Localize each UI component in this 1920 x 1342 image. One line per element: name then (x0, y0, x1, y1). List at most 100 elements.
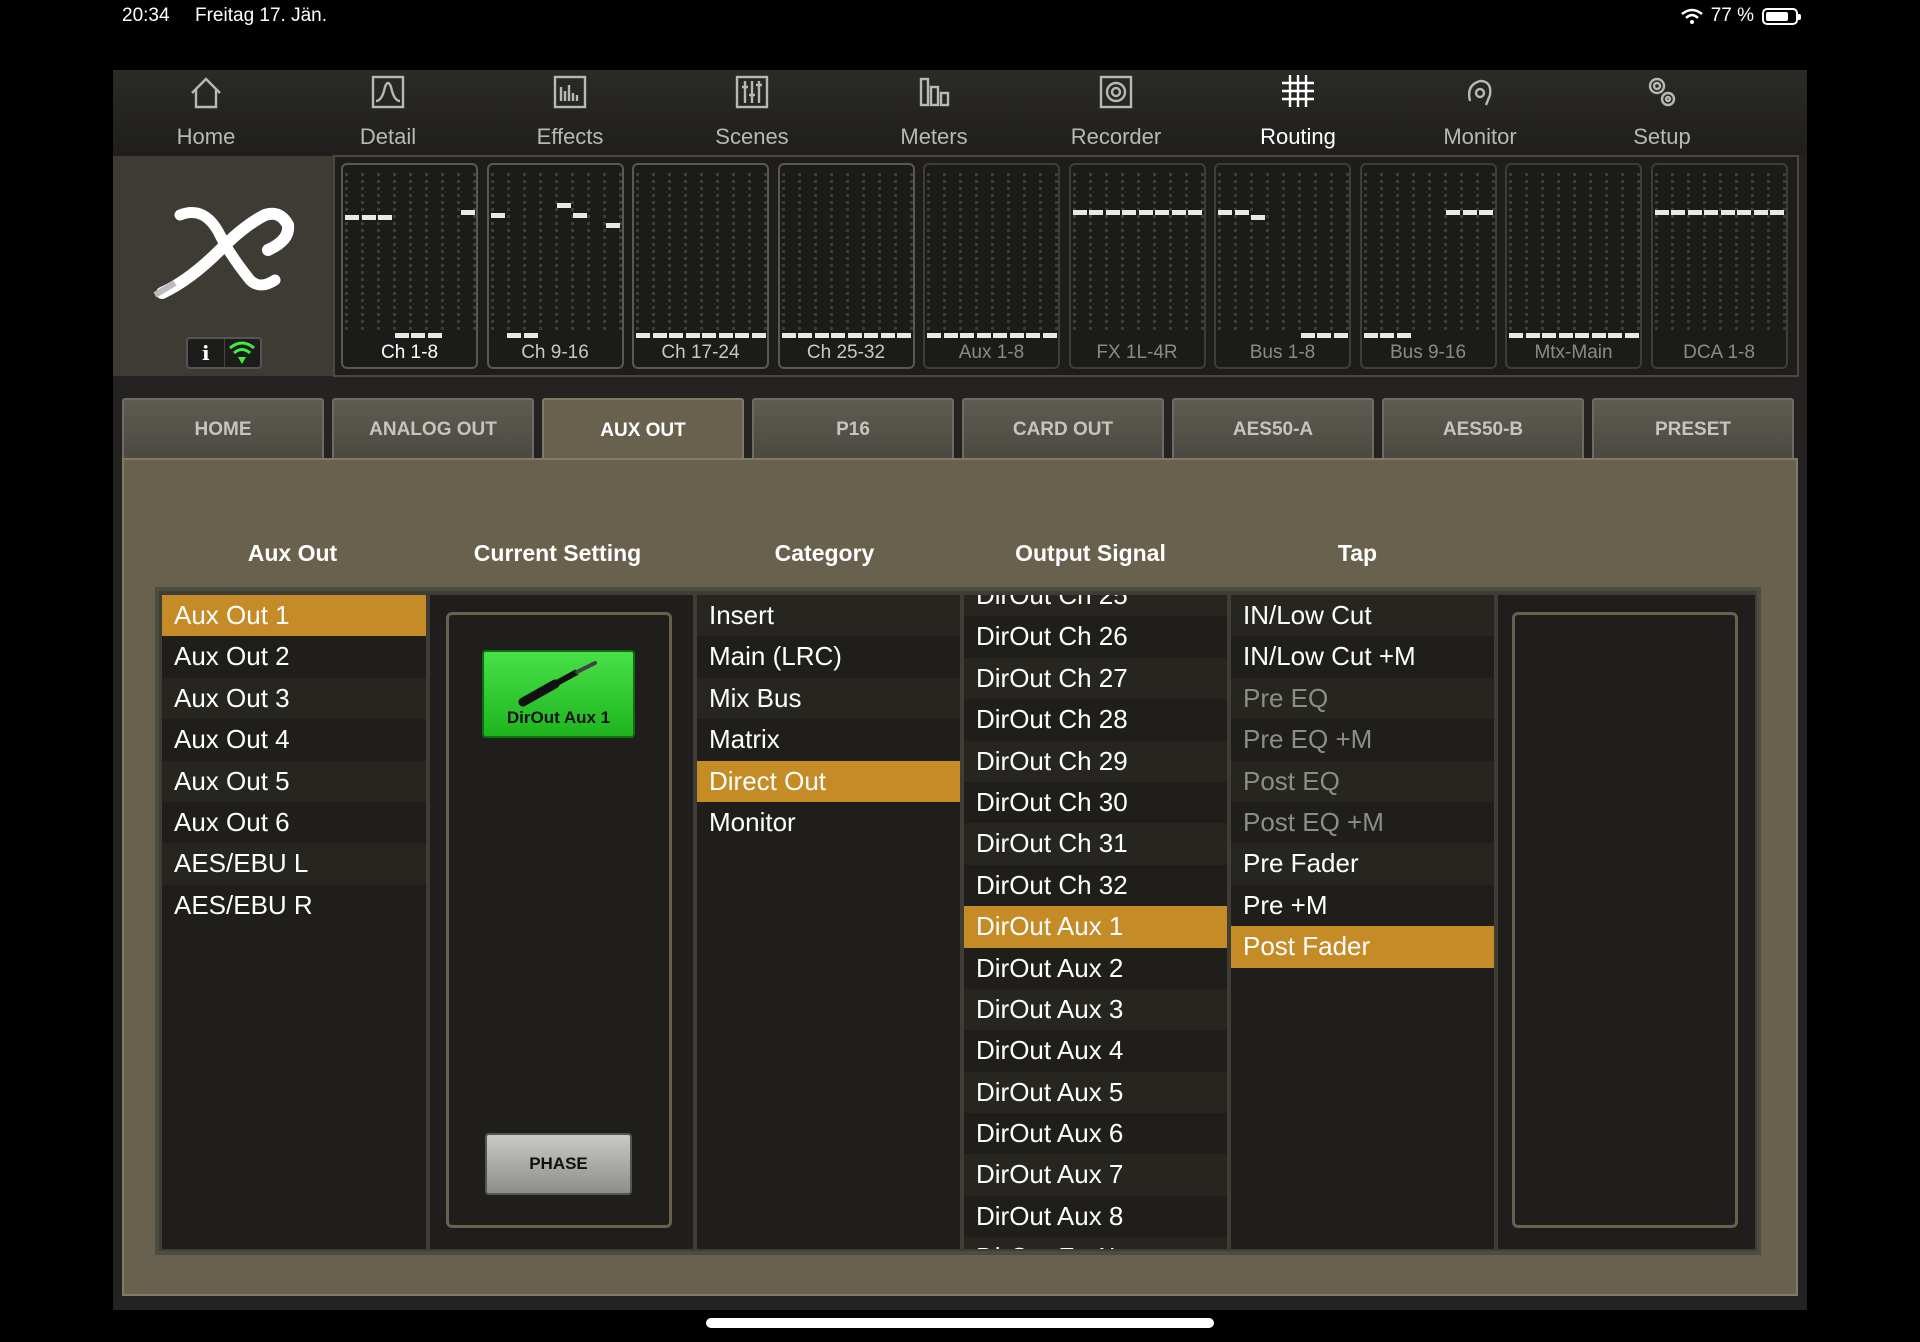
nav-label: Meters (900, 124, 968, 149)
tab-p16[interactable]: P16 (752, 398, 954, 460)
output-signal-item[interactable]: DirOut Aux 3 (964, 988, 1227, 1031)
aux-out-item[interactable]: Aux Out 6 (162, 801, 426, 844)
output-signal-item[interactable]: DirOut Aux 4 (964, 1030, 1227, 1072)
meter-bus-9-16[interactable]: Bus 9-16 (1359, 163, 1497, 369)
output-signal-item[interactable]: DirOut Ch 27 (964, 657, 1227, 700)
aux-out-item[interactable]: Aux Out 2 (162, 636, 426, 678)
meter-fader-level (1188, 210, 1202, 215)
category-item[interactable]: Matrix (697, 719, 960, 761)
tab-home[interactable]: HOME (122, 398, 324, 460)
nav-effects[interactable]: Effects (479, 70, 661, 156)
meter-fader-base (411, 333, 425, 338)
info-wifi-button[interactable]: i (186, 337, 262, 369)
aux-out-item[interactable]: AES/EBU R (162, 884, 426, 927)
tab-aux-out[interactable]: AUX OUT (542, 398, 744, 462)
meter-fader-base (1396, 333, 1411, 338)
meter-fader-base (897, 333, 911, 338)
battery-icon (1762, 7, 1801, 25)
meter-fader-base (427, 333, 442, 338)
meter-fader-level (1479, 210, 1493, 215)
nav-routing[interactable]: Routing (1207, 70, 1389, 156)
meter-fader-base (1509, 333, 1523, 338)
meter-fader-base (1525, 333, 1540, 338)
aux-out-item[interactable]: AES/EBU L (162, 843, 426, 885)
meter-fader-base (394, 333, 409, 338)
meter-mtx-main[interactable]: Mtx-Main (1505, 163, 1642, 369)
meter-fader-base (669, 333, 683, 338)
tab-analog-out[interactable]: ANALOG OUT (332, 398, 534, 460)
tap-item[interactable]: IN/Low Cut (1231, 595, 1494, 637)
meter-dca-1-8[interactable]: DCA 1-8 (1650, 163, 1788, 369)
info-icon[interactable]: i (188, 339, 225, 367)
category-item[interactable]: Mix Bus (697, 677, 960, 720)
output-signal-item[interactable]: DirOut Ch 31 (964, 823, 1227, 865)
output-signal-item[interactable]: DirOut Aux 6 (964, 1113, 1227, 1155)
tab-preset[interactable]: PRESET (1592, 398, 1794, 460)
output-signal-item[interactable]: DirOut Aux 8 (964, 1195, 1227, 1238)
meter-ch-17-24[interactable]: Ch 17-24 (632, 163, 769, 369)
tap-item[interactable]: IN/Low Cut +M (1231, 636, 1494, 678)
output-signal-item[interactable]: DirOut Ch 26 (964, 616, 1227, 658)
col-head-tap: Tap (1337, 540, 1378, 566)
nav-meters[interactable]: Meters (843, 70, 1025, 156)
output-signal-item[interactable]: DirOut Ch 28 (964, 699, 1227, 741)
aux-out-item[interactable]: Aux Out 4 (162, 719, 426, 761)
nav-label: Effects (536, 124, 604, 149)
meter-fader-base (751, 333, 766, 338)
aux-out-item[interactable]: Aux Out 5 (162, 760, 426, 802)
home-indicator[interactable] (706, 1318, 1214, 1328)
tab-aes50-b[interactable]: AES50-B (1382, 398, 1584, 460)
meter-fader-base (1009, 333, 1024, 338)
meter-fader-base (702, 333, 716, 338)
tap-item: Pre EQ +M (1231, 719, 1494, 761)
meter-fader-base (523, 333, 538, 338)
tab-card-out[interactable]: CARD OUT (962, 398, 1164, 460)
output-signal-item[interactable]: DirOut Fx 1L (964, 1237, 1227, 1249)
nav-scenes[interactable]: Scenes (661, 70, 843, 156)
tap-item[interactable]: Pre +M (1231, 884, 1494, 927)
output-signal-item[interactable]: DirOut Ch 30 (964, 781, 1227, 824)
nav-setup[interactable]: Setup (1571, 70, 1753, 156)
aux-out-item[interactable]: Aux Out 1 (162, 595, 426, 637)
meter-fader-level (1089, 210, 1103, 215)
category-item[interactable]: Main (LRC) (697, 636, 960, 678)
routing-tabs: HOME ANALOG OUT AUX OUT P16 CARD OUT AES50-A A… (122, 398, 1798, 462)
output-signal-item[interactable]: DirOut Aux 5 (964, 1071, 1227, 1114)
output-signal-item[interactable]: DirOut Aux 1 (964, 906, 1227, 948)
current-source-button[interactable]: DirOut Aux 1 (482, 650, 635, 738)
meter-ch-25-32[interactable]: Ch 25-32 (777, 163, 915, 369)
output-signal-list[interactable]: DirOut Ch 25 DirOut Ch 26 DirOut Ch 27 DirO… (964, 595, 1227, 1249)
phase-button[interactable]: PHASE (485, 1133, 632, 1195)
tab-aes50-a[interactable]: AES50-A (1172, 398, 1374, 460)
tap-item[interactable]: Pre Fader (1231, 843, 1494, 885)
nav-label: Routing (1260, 124, 1336, 149)
meter-ch-9-16[interactable]: Ch 9-16 (486, 163, 624, 369)
meter-fader-level (1446, 210, 1460, 215)
category-item[interactable]: Monitor (697, 801, 960, 844)
meter-fader-base (1591, 333, 1606, 338)
meter-aux-1-8[interactable]: Aux 1-8 (923, 163, 1060, 369)
tap-item[interactable]: Post Fader (1231, 926, 1494, 968)
status-time: 20:34 (122, 5, 170, 26)
output-signal-item[interactable]: DirOut Aux 2 (964, 947, 1227, 989)
nav-home[interactable]: Home (115, 70, 297, 156)
category-item[interactable]: Direct Out (697, 760, 960, 802)
routing-icon (1278, 70, 1318, 124)
output-signal-item[interactable]: DirOut Aux 7 (964, 1154, 1227, 1196)
output-signal-item[interactable]: DirOut Ch 25 (964, 595, 1227, 617)
output-signal-item[interactable]: DirOut Ch 29 (964, 740, 1227, 782)
recorder-icon (1096, 70, 1136, 124)
meter-label: Aux 1-8 (958, 342, 1025, 363)
meters-icon (914, 70, 954, 124)
meter-fx-1l-4r[interactable]: FX 1L-4R (1068, 163, 1206, 369)
blank-panel (1512, 612, 1738, 1228)
meter-ch-1-8[interactable]: Ch 1-8 (341, 163, 478, 369)
meter-bridge: Ch 1-8 Ch 9-16 Ch 17-24 Ch 25-32 Aux 1-8 FX 1… (333, 155, 1799, 377)
meter-bus-1-8[interactable]: Bus 1-8 (1214, 163, 1351, 369)
nav-detail[interactable]: Detail (297, 70, 479, 156)
aux-out-item[interactable]: Aux Out 3 (162, 677, 426, 720)
nav-monitor[interactable]: Monitor (1389, 70, 1571, 156)
nav-recorder[interactable]: Recorder (1025, 70, 1207, 156)
category-item[interactable]: Insert (697, 595, 960, 637)
output-signal-item[interactable]: DirOut Ch 32 (964, 864, 1227, 907)
